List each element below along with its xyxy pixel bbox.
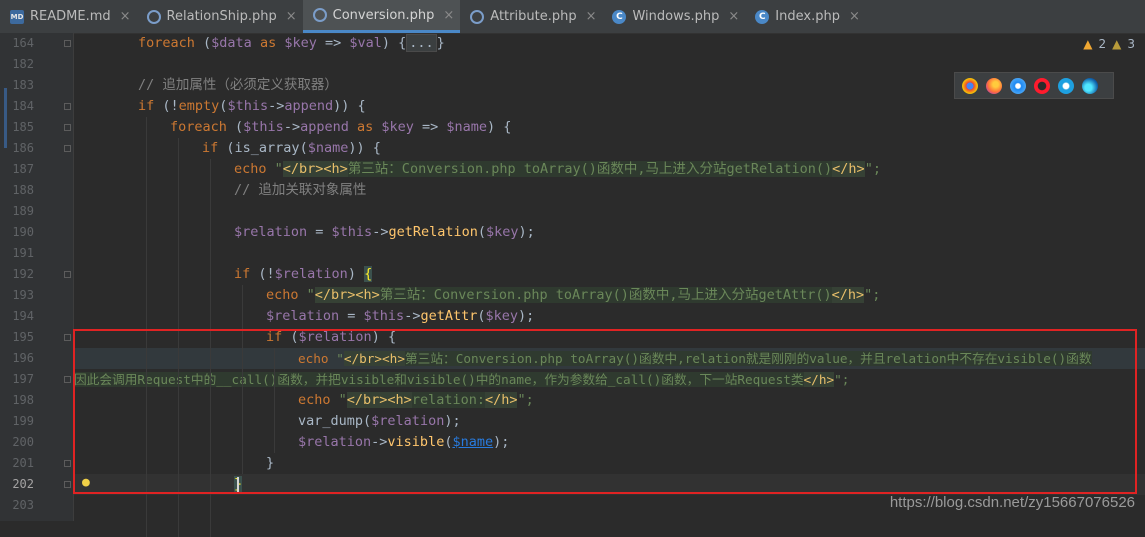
tab-label: README.md [30,9,111,24]
fold-toggle-icon[interactable] [64,460,71,467]
folded-code-block[interactable]: ... [406,34,437,52]
code-line-198: echo "</br><h>relation:</h>"; [298,392,534,408]
warning-icon: ▲ [1083,37,1093,51]
line-number: 198 [12,393,34,407]
tab-label: Attribute.php [490,9,577,24]
indent-guide [146,117,147,537]
code-line-199: var_dump($relation); [298,413,461,429]
indent-guide [274,348,275,453]
line-number: 188 [12,183,34,197]
fold-toggle-icon[interactable] [64,145,71,152]
tab-label: RelationShip.php [166,9,277,24]
inspection-widget[interactable]: ▲ 2 ▲ 3 [1083,37,1135,51]
watermark: https://blog.csdn.net/zy15667076526 [889,494,1135,511]
indent-guide [210,159,211,537]
line-number: 189 [12,204,34,218]
firefox-icon[interactable] [986,77,1002,94]
tab-relationship[interactable]: RelationShip.php × [137,0,303,33]
line-number: 190 [12,225,34,239]
safari-icon[interactable] [1010,77,1026,94]
line-number: 192 [12,267,34,281]
class-file-icon: C [755,9,770,24]
code-line-196: echo "</br><h>第三站：Conversion.php toArray… [298,351,1092,366]
lightbulb-icon[interactable]: ● [82,475,90,490]
tab-windows[interactable]: C Windows.php × [602,0,745,33]
code-line-193: echo "</br><h>第三站：Conversion.php toArray… [266,287,881,303]
line-number: 200 [12,435,34,449]
code-editor[interactable]: foreach ($data as $key => $val) {...} //… [74,33,1145,537]
code-line-195: if ($relation) { [266,329,397,345]
code-line-186: if (is_array($name)) { [202,140,381,156]
chrome-icon[interactable] [962,77,978,94]
fold-toggle-icon[interactable] [64,481,71,488]
code-line-164: foreach ($data as $key => $val) {...} [138,34,445,52]
line-number: 197 [12,372,34,386]
line-number: 201 [12,456,34,470]
code-line-197: 因此会调用Request中的__call()函数，并把visible和visib… [74,372,850,387]
code-line-187: echo "</br><h>第三站：Conversion.php toArray… [234,161,881,177]
code-line-190: $relation = $this->getRelation($key); [234,224,535,240]
markdown-file-icon: MD [10,9,24,24]
line-number: 199 [12,414,34,428]
line-number: 193 [12,288,34,302]
line-number: 185 [12,120,34,134]
warning-count: 2 [1098,37,1107,51]
close-icon[interactable]: × [849,9,860,24]
fold-toggle-icon[interactable] [64,124,71,131]
fold-toggle-icon[interactable] [64,334,71,341]
code-line-185: foreach ($this->append as $key => $name)… [170,119,512,135]
code-line-200: $relation->visible($name); [298,434,510,450]
tab-conversion[interactable]: Conversion.php × [302,0,461,33]
close-icon[interactable]: × [120,9,131,24]
php-file-icon [470,9,485,24]
code-line-183: // 追加属性（必须定义获取器） [138,77,338,93]
tab-label: Conversion.php [332,7,435,23]
line-number: 182 [12,57,34,71]
line-number: 194 [12,309,34,323]
editor-tab-bar: MD README.md × RelationShip.php × Conver… [0,0,1145,34]
close-icon[interactable]: × [443,8,454,23]
code-line-192: if (!$relation) { [234,266,373,282]
line-number: 203 [12,498,34,512]
close-icon[interactable]: × [586,9,597,24]
code-line-188: // 追加关联对象属性 [234,182,367,198]
tab-readme[interactable]: MD README.md × [0,0,137,33]
line-number: 164 [12,36,34,50]
line-number: 196 [12,351,34,365]
close-icon[interactable]: × [728,9,739,24]
line-number: 183 [12,78,34,92]
line-number: 195 [12,330,34,344]
php-file-icon [312,8,327,22]
opera-icon[interactable] [1034,77,1050,94]
tab-label: Index.php [775,9,840,24]
edge-icon[interactable] [1082,77,1098,94]
close-icon[interactable]: × [286,9,297,24]
fold-toggle-icon[interactable] [64,40,71,47]
line-number: 184 [12,99,34,113]
class-file-icon: C [612,9,627,24]
line-number: 202 [12,477,34,491]
line-number-gutter[interactable]: 164 182 183 184 185 186 187 188 189 190 191 192 193 1… [0,33,74,521]
tab-label: Windows.php [632,9,720,24]
tab-attribute[interactable]: Attribute.php × [460,0,602,33]
fold-toggle-icon[interactable] [64,376,71,383]
line-number: 191 [12,246,34,260]
code-line-194: $relation = $this->getAttr($key); [266,308,535,324]
php-file-icon [146,9,161,24]
weak-warning-icon: ▲ [1112,37,1122,51]
code-line-184: if (!empty($this->append)) { [138,98,366,114]
tab-index[interactable]: C Index.php × [745,0,866,33]
line-number: 187 [12,162,34,176]
fold-toggle-icon[interactable] [64,271,71,278]
code-line-201: } [266,455,275,471]
weak-warning-count: 3 [1127,37,1135,51]
indent-guide [242,285,243,474]
line-number: 186 [12,141,34,155]
indent-guide [178,138,179,537]
internet-explorer-icon[interactable] [1058,77,1074,94]
fold-toggle-icon[interactable] [64,103,71,110]
text-caret [237,477,239,493]
browser-preview-toolbar [954,72,1114,99]
